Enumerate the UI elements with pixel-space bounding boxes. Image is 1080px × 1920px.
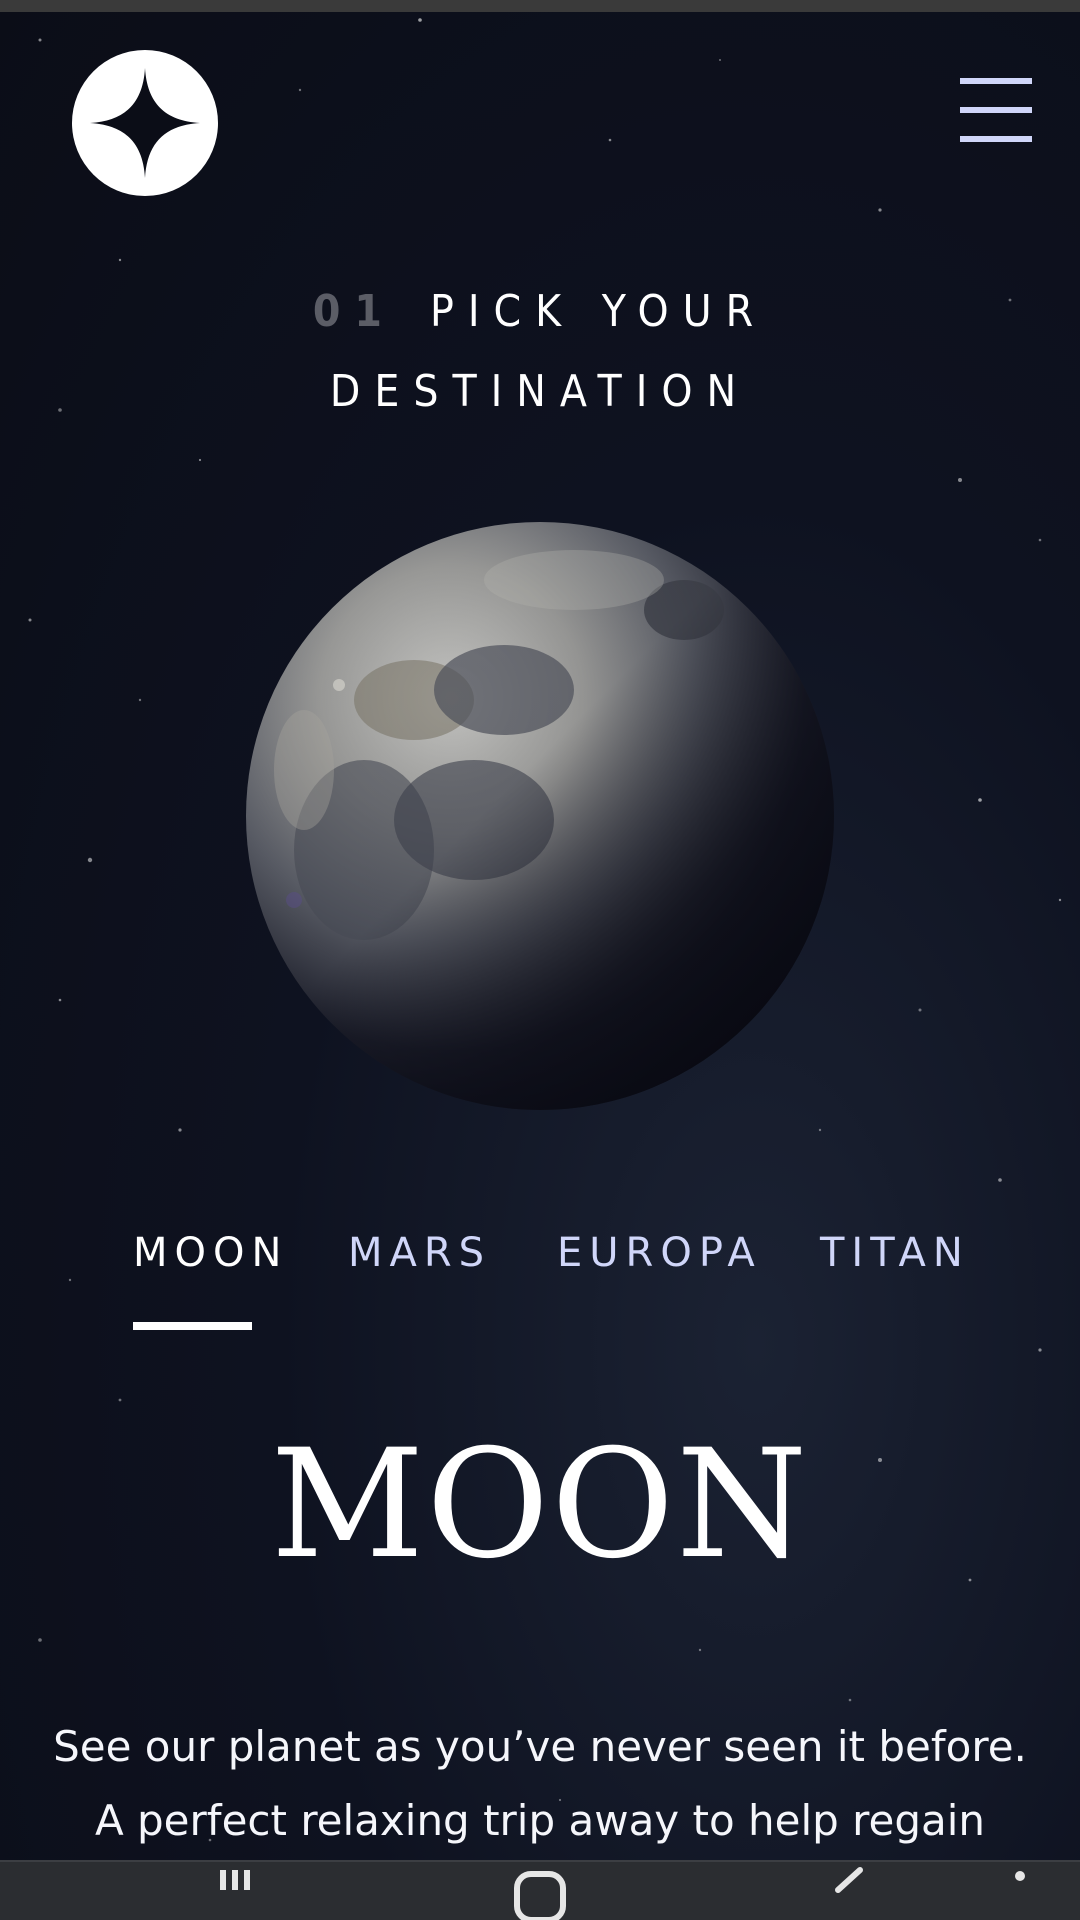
page-heading: 01 PICK YOUR DESTINATION [0,272,1080,432]
menu-bar-top [960,78,1032,84]
heading-number: 01 [312,286,396,337]
home-icon[interactable] [495,1862,585,1920]
destination-description: See our planet as you’ve never seen it b… [40,1710,1040,1858]
heading-title-line2: DESTINATION [329,366,751,417]
heading-title-line1: PICK YOUR [429,286,768,337]
menu-bar-bottom [960,136,1032,142]
description-line-2: A perfect relaxing trip away to help reg… [94,1796,986,1845]
description-line-1: See our planet as you’ve never seen it b… [53,1722,1027,1771]
destination-page: 01 PICK YOUR DESTINATION MOON MARS EUROP… [0,0,1080,1920]
moon-image [244,520,836,1112]
back-icon[interactable] [800,1862,890,1920]
menu-bar-middle [960,107,1032,113]
star-logo-icon[interactable] [72,50,218,196]
tab-mars[interactable]: MARS [348,1230,491,1276]
more-icon[interactable] [990,1862,1080,1920]
tab-titan[interactable]: TITAN [820,1230,970,1276]
tab-europa[interactable]: EUROPA [557,1230,762,1276]
system-navigation-bar [0,1860,1080,1920]
destination-name: MOON [270,1418,810,1592]
status-bar-strip [0,0,1080,12]
recent-apps-icon[interactable] [200,1862,290,1920]
star-logo-glyph [90,68,200,178]
hamburger-menu-icon[interactable] [958,76,1034,144]
destination-tabs: MOON MARS EUROPA TITAN [0,1230,1080,1330]
tab-moon[interactable]: MOON [133,1230,288,1276]
active-tab-underline [133,1322,252,1330]
